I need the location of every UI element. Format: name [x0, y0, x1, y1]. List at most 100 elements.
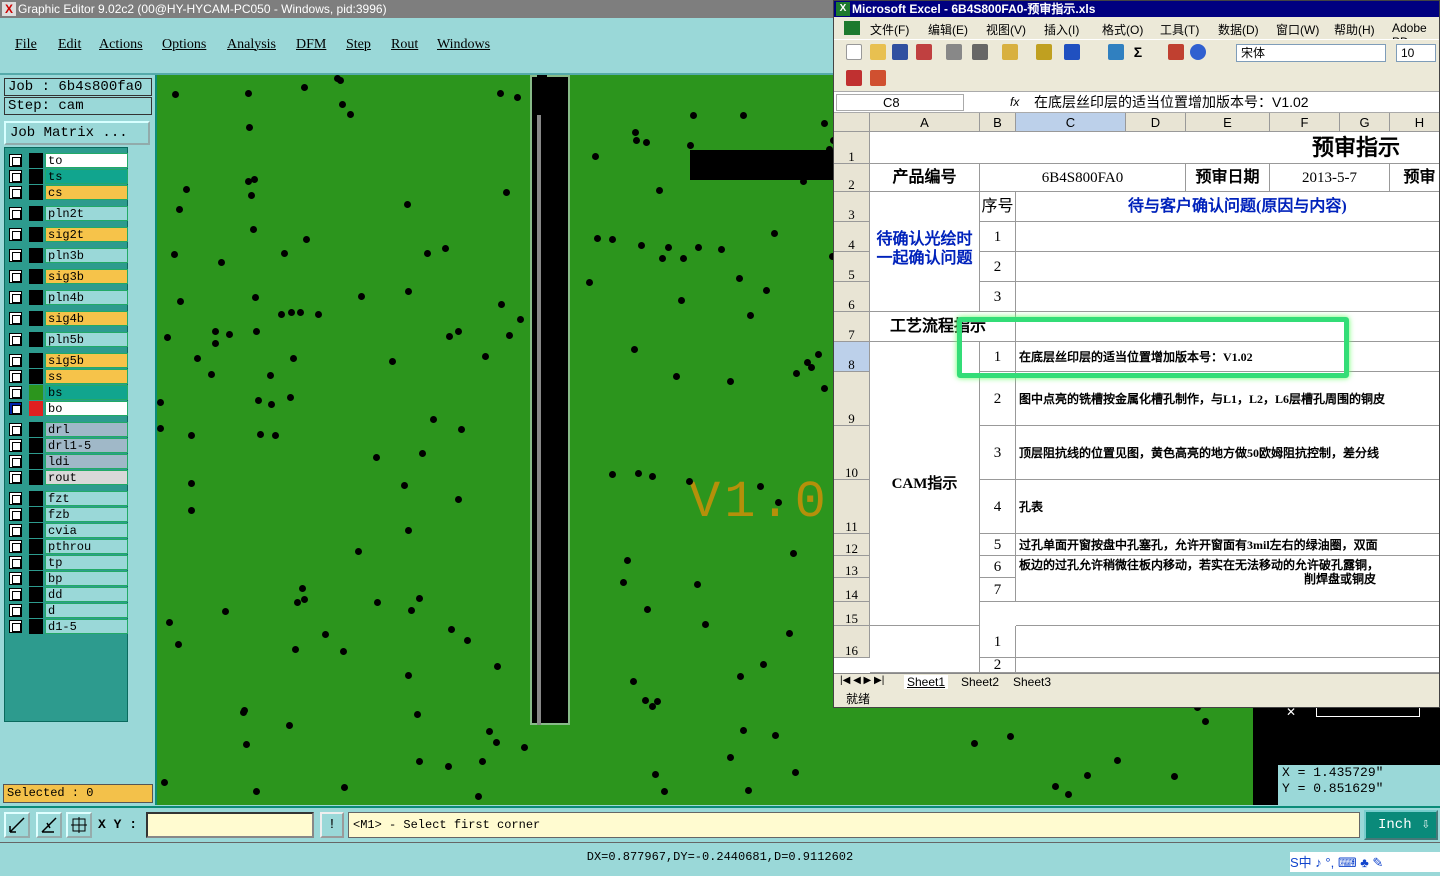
menu-windows[interactable]: Windows	[437, 37, 490, 53]
row-header-5[interactable]: 5	[834, 252, 870, 282]
layer-name[interactable]: bo	[45, 401, 128, 416]
xl-menu-file[interactable]: 文件(F)	[870, 21, 909, 38]
layer-row-d1-5[interactable]: d1-5	[9, 619, 128, 634]
layer-name[interactable]: sig2t	[45, 227, 128, 242]
col-a[interactable]: A	[870, 113, 980, 132]
cell-prod-value[interactable]: 6B4S800FA0	[980, 164, 1186, 192]
content-cell[interactable]	[1016, 282, 1439, 312]
xl-menu-window[interactable]: 窗口(W)	[1276, 21, 1319, 38]
xl-menu-data[interactable]: 数据(D)	[1218, 21, 1259, 38]
row-header-10[interactable]: 10	[834, 426, 870, 480]
layer-name[interactable]: bp	[45, 571, 128, 586]
layer-row-sig2t[interactable]: sig2t	[9, 227, 128, 242]
row-header-8[interactable]: 8	[834, 342, 870, 372]
layer-checkbox[interactable]	[9, 423, 22, 436]
layer-name[interactable]: drl	[45, 422, 128, 437]
size-select[interactable]: 10	[1396, 44, 1436, 62]
cell-confirm-head[interactable]: 待与客户确认问题(原因与内容)	[1016, 192, 1439, 222]
layer-name[interactable]: dd	[45, 587, 128, 602]
layer-row-d[interactable]: d	[9, 603, 128, 618]
layer-row-ts[interactable]: ts	[9, 169, 128, 184]
xl-menu-help[interactable]: 帮助(H)	[1334, 21, 1375, 38]
cell-date-value[interactable]: 2013-5-7	[1270, 164, 1390, 192]
layer-checkbox[interactable]	[9, 471, 22, 484]
cell-prod-label[interactable]: 产品编号	[870, 164, 980, 192]
row-header-1[interactable]: 1	[834, 132, 870, 164]
open-icon[interactable]	[870, 44, 886, 60]
seq-cell[interactable]: 4	[980, 480, 1016, 534]
layer-row-drl1-5[interactable]: drl1-5	[9, 438, 128, 453]
row-header-2[interactable]: 2	[834, 164, 870, 192]
layer-name[interactable]: d	[45, 603, 128, 618]
zoom-icon[interactable]	[4, 812, 30, 838]
name-box[interactable]: C8	[836, 94, 964, 111]
seq-cell[interactable]: 7	[980, 578, 1016, 602]
seq-cell[interactable]: 6	[980, 556, 1016, 578]
layer-row-sig3b[interactable]: sig3b	[9, 269, 128, 284]
content-cell[interactable]: 过孔单面开窗按盘中孔塞孔，允许开窗面有3mil左右的绿油圈，双面	[1016, 534, 1439, 556]
undo-icon[interactable]	[1064, 44, 1080, 60]
row-header-3[interactable]: 3	[834, 192, 870, 222]
layer-row-ss[interactable]: ss	[9, 369, 128, 384]
seq-cell[interactable]: 3	[980, 282, 1016, 312]
col-d[interactable]: D	[1126, 113, 1186, 132]
menu-options[interactable]: Options	[162, 37, 206, 53]
layer-row-cs[interactable]: cs	[9, 185, 128, 200]
content-cell[interactable]: 图中点亮的铣槽按金属化槽孔制作，与L1，L2，L6层槽孔周围的铜皮	[1016, 372, 1439, 426]
layer-name[interactable]: pln2t	[45, 206, 128, 221]
tab-nav-icon[interactable]: |◀ ◀ ▶ ▶|	[840, 675, 884, 686]
tab-sheet2[interactable]: Sheet2	[958, 675, 1002, 689]
layer-checkbox[interactable]	[9, 508, 22, 521]
layer-name[interactable]: cs	[45, 185, 128, 200]
layer-checkbox[interactable]	[9, 386, 22, 399]
layer-name[interactable]: d1-5	[45, 619, 128, 634]
layer-checkbox[interactable]	[9, 492, 22, 505]
cell-date-label[interactable]: 预审日期	[1186, 164, 1270, 192]
xl-menu-format[interactable]: 格式(O)	[1102, 21, 1143, 38]
layer-checkbox[interactable]	[9, 186, 22, 199]
layer-row-rout[interactable]: rout	[9, 470, 128, 485]
layer-row-to[interactable]: to	[9, 153, 128, 168]
seq-cell[interactable]: 1	[980, 626, 1016, 658]
menu-dfm[interactable]: DFM	[296, 37, 326, 53]
layer-name[interactable]: pln5b	[45, 332, 128, 347]
row-header-16[interactable]: 16	[834, 626, 870, 658]
layer-name[interactable]: sig4b	[45, 311, 128, 326]
layer-name[interactable]: drl1-5	[45, 438, 128, 453]
layer-row-fzb[interactable]: fzb	[9, 507, 128, 522]
layer-checkbox[interactable]	[9, 540, 22, 553]
pdf-mail-icon[interactable]	[870, 70, 886, 86]
layer-checkbox[interactable]	[9, 556, 22, 569]
layer-row-bp[interactable]: bp	[9, 571, 128, 586]
menu-analysis[interactable]: Analysis	[227, 37, 276, 53]
layer-row-bo[interactable]: bo	[9, 401, 128, 416]
cell-h2[interactable]: 预审	[1390, 164, 1439, 192]
row-header-7[interactable]: 7	[834, 312, 870, 342]
layer-name[interactable]: fzt	[45, 491, 128, 506]
layer-checkbox[interactable]	[9, 170, 22, 183]
row-header-13[interactable]: 13	[834, 556, 870, 578]
layer-row-fzt[interactable]: fzt	[9, 491, 128, 506]
unit-selector[interactable]: Inch ⇩	[1364, 810, 1438, 840]
layer-checkbox[interactable]	[9, 439, 22, 452]
layer-row-dd[interactable]: dd	[9, 587, 128, 602]
seq-cell[interactable]: 3	[980, 426, 1016, 480]
paste-icon[interactable]	[1002, 44, 1018, 60]
content-cell[interactable]	[1016, 602, 1439, 626]
row-header-11[interactable]: 11	[834, 480, 870, 534]
layer-name[interactable]: tp	[45, 555, 128, 570]
layer-row-pthrou[interactable]: pthrou	[9, 539, 128, 554]
new-icon[interactable]	[846, 44, 862, 60]
tab-sheet1[interactable]: Sheet1	[904, 675, 949, 689]
sum-icon[interactable]: Σ	[1130, 44, 1146, 60]
layer-checkbox[interactable]	[9, 370, 22, 383]
layer-checkbox[interactable]	[9, 572, 22, 585]
alert-icon[interactable]: !	[320, 812, 344, 838]
menu-step[interactable]: Step	[346, 37, 371, 53]
xl-menu-insert[interactable]: 插入(I)	[1044, 21, 1079, 38]
layer-name[interactable]: pthrou	[45, 539, 128, 554]
col-g[interactable]: G	[1340, 113, 1390, 132]
layer-checkbox[interactable]	[9, 455, 22, 468]
layer-name[interactable]: cvia	[45, 523, 128, 538]
menu-edit[interactable]: Edit	[58, 37, 81, 53]
